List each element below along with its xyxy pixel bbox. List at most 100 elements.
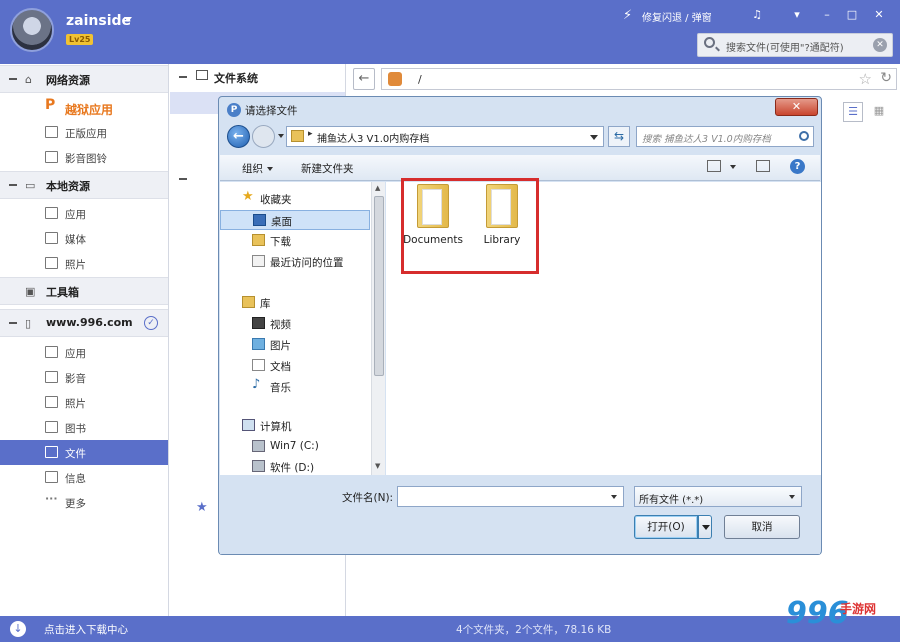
recent-dropdown-icon[interactable] — [278, 134, 284, 138]
address-bar[interactable]: ▸ 捕鱼达人3 V1.0内购存档 — [286, 126, 604, 147]
sidebar-item-device-files[interactable]: 文件 — [0, 440, 168, 465]
sidebar-item-device-media[interactable]: 影音 — [0, 365, 168, 390]
global-search[interactable]: 搜索文件(可使用"?通配符) ✕ — [697, 33, 893, 57]
chevron-down-icon[interactable] — [730, 165, 736, 169]
sidebar-item-device-messages[interactable]: 信息 — [0, 465, 168, 490]
collapse-icon[interactable] — [9, 184, 17, 186]
collapse-icon[interactable] — [179, 178, 187, 180]
nav-desktop[interactable]: 桌面 — [220, 210, 370, 230]
nav-drive-c[interactable]: Win7 (C:) — [220, 437, 370, 457]
sidebar-item-label: 信息 — [65, 473, 86, 485]
fix-crash-link[interactable]: 修复闪退 / 弹窗 — [642, 9, 712, 24]
minimize-icon[interactable]: – — [820, 8, 834, 21]
list-view-icon[interactable]: ☰ — [843, 102, 863, 122]
sidebar-item-local-photos[interactable]: 照片 — [0, 251, 168, 276]
nav-libraries[interactable]: 库 — [220, 293, 370, 313]
nav-scrollbar[interactable]: ▲ ▼ — [371, 182, 385, 475]
filename-input[interactable] — [397, 486, 624, 507]
folder-item[interactable]: Documents — [403, 184, 463, 254]
breadcrumb-arrow-icon[interactable]: ▸ — [308, 129, 313, 139]
view-options-icon[interactable] — [707, 160, 721, 172]
collapse-icon[interactable] — [179, 76, 187, 78]
sidebar-item-media[interactable]: 影音图铃 — [0, 145, 168, 170]
dialog-footer: 文件名(N): 所有文件 (*.*) 打开(O) 取消 — [220, 476, 820, 554]
sidebar-item-label: 照片 — [65, 398, 86, 410]
folder-icon — [417, 184, 449, 228]
scroll-down-icon[interactable]: ▼ — [375, 462, 380, 470]
refresh-icon[interactable]: ↻ — [880, 70, 892, 86]
preview-pane-icon[interactable] — [756, 160, 770, 172]
section-device[interactable]: ▯ www.996.com ✓ — [0, 309, 168, 337]
video-library-icon — [252, 317, 265, 329]
maximize-icon[interactable]: □ — [845, 8, 859, 21]
file-type-select[interactable]: 所有文件 (*.*) — [634, 486, 802, 507]
sidebar-item-device-apps[interactable]: 应用 — [0, 340, 168, 365]
address-dropdown-icon[interactable] — [590, 135, 598, 140]
filename-label: 文件名(N): — [342, 492, 394, 504]
avatar[interactable] — [10, 8, 54, 52]
section-title: 本地资源 — [46, 180, 90, 193]
sidebar-item-jailbreak[interactable]: P 越狱应用 — [0, 95, 168, 120]
nav-favorites[interactable]: ★ 收藏夹 — [220, 189, 370, 209]
nav-videos[interactable]: 视频 — [220, 314, 370, 334]
video-icon — [45, 232, 58, 244]
collapse-icon[interactable] — [9, 78, 17, 80]
chevron-down-icon[interactable] — [611, 495, 617, 499]
library-icon — [242, 296, 255, 308]
nav-downloads[interactable]: 下载 — [220, 231, 370, 251]
dialog-title: 请选择文件 — [245, 105, 298, 117]
music-note-icon[interactable]: ♫ — [750, 8, 764, 21]
download-center-link[interactable]: 点击进入下载中心 — [44, 622, 128, 637]
organize-button[interactable]: 组织 — [242, 161, 273, 176]
computer-icon — [196, 70, 208, 80]
forward-arrow-icon[interactable] — [252, 125, 275, 148]
collapse-icon[interactable] — [9, 322, 17, 324]
section-title: 工具箱 — [46, 286, 79, 299]
sidebar-item-local-media[interactable]: 媒体 — [0, 226, 168, 251]
menu-icon[interactable]: ▾ — [790, 8, 804, 21]
nav-computer[interactable]: 计算机 — [220, 416, 370, 436]
sidebar-item-local-apps[interactable]: 应用 — [0, 201, 168, 226]
nav-documents[interactable]: 文档 — [220, 356, 370, 376]
document-library-icon — [252, 359, 265, 371]
scroll-up-icon[interactable]: ▲ — [375, 184, 380, 192]
nav-music[interactable]: ♪ 音乐 — [220, 377, 370, 397]
section-toolbox[interactable]: ▣ 工具箱 — [0, 277, 168, 305]
download-icon[interactable]: ↓ — [10, 621, 26, 637]
sidebar-item-device-photos[interactable]: 照片 — [0, 390, 168, 415]
nav-pictures[interactable]: 图片 — [220, 335, 370, 355]
open-options-dropdown[interactable] — [698, 515, 712, 539]
folder-item[interactable]: Library — [472, 184, 532, 254]
dialog-close-button[interactable]: ✕ — [775, 98, 818, 116]
sidebar-item-device-more[interactable]: ··· 更多 — [0, 490, 168, 515]
video-icon — [45, 371, 58, 383]
section-network[interactable]: ⌂ 网络资源 — [0, 65, 168, 93]
scroll-thumb[interactable] — [374, 196, 384, 376]
path-bar[interactable]: / ☆ ↻ — [381, 68, 897, 90]
back-icon[interactable]: ← — [353, 68, 375, 90]
favorite-star-icon[interactable]: ☆ — [859, 70, 872, 88]
sidebar-item-device-books[interactable]: 图书 — [0, 415, 168, 440]
folder-name: Documents — [403, 234, 463, 246]
dialog-search-input[interactable]: 搜索 捕鱼达人3 V1.0内购存档 — [636, 126, 814, 147]
clear-icon[interactable]: ✕ — [873, 38, 887, 52]
phone-icon: ▯ — [25, 317, 32, 330]
section-local[interactable]: ▭ 本地资源 — [0, 171, 168, 199]
help-icon[interactable]: ? — [790, 159, 805, 174]
photo-icon — [45, 257, 58, 269]
refresh-button[interactable]: ⇆ — [608, 126, 630, 147]
nav-drive-d[interactable]: 软件 (D:) — [220, 457, 370, 477]
nav-label: 音乐 — [270, 382, 291, 394]
new-folder-button[interactable]: 新建文件夹 — [301, 161, 354, 176]
sidebar-item-label: 正版应用 — [65, 128, 107, 140]
nav-recent[interactable]: 最近访问的位置 — [220, 252, 370, 272]
grid-view-icon[interactable]: ▦ — [869, 102, 889, 122]
open-button[interactable]: 打开(O) — [634, 515, 698, 539]
back-arrow-icon[interactable]: ← — [227, 125, 250, 148]
chevron-down-icon[interactable] — [124, 17, 132, 22]
sidebar-item-apps[interactable]: 正版应用 — [0, 120, 168, 145]
close-icon[interactable]: ✕ — [872, 8, 886, 21]
cancel-button[interactable]: 取消 — [724, 515, 800, 539]
drive-icon — [252, 460, 265, 472]
username[interactable]: zainside — [66, 13, 131, 29]
